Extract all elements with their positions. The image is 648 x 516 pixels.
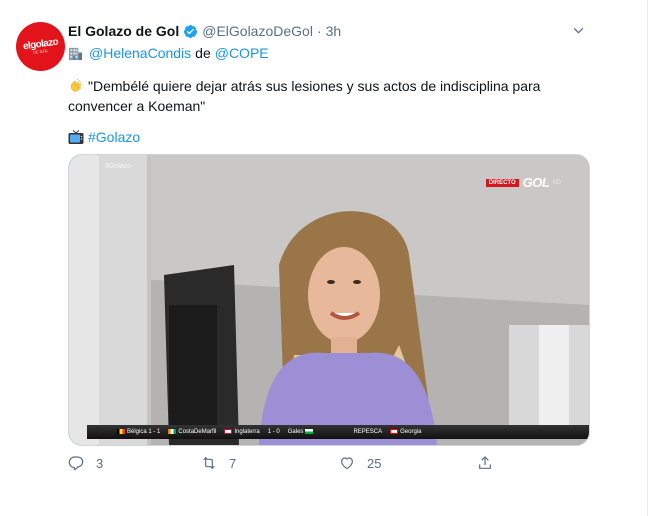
ticker-item: Gales: [288, 428, 316, 435]
tweet-header: El Golazo de Gol @ElGolazoDeGol · 3h: [68, 23, 587, 39]
ticker-item: CostaDeMarfil: [168, 428, 216, 435]
video-frame: [69, 155, 589, 445]
ticker-item: Georgia: [390, 428, 421, 435]
retweet-button[interactable]: 7: [201, 455, 236, 471]
share-button[interactable]: [477, 455, 505, 471]
avatar-logo-subtext: DE GOL: [32, 47, 49, 56]
score-ticker: Bélgica 1 - 1 CostaDeMarfil Inglaterra 1…: [87, 425, 589, 439]
mention-link-cope[interactable]: @COPE: [215, 43, 269, 63]
like-count: 25: [367, 455, 382, 471]
retweet-count: 7: [229, 455, 237, 471]
live-tag: DIRECTO: [485, 178, 519, 187]
hashtag-link[interactable]: #Golazo: [88, 127, 140, 147]
television-icon: [68, 129, 84, 144]
mention-joiner: de: [195, 45, 211, 61]
ticker-item: 1 - 0: [267, 429, 280, 435]
tweet-text: "Dembélé quiere dejar atrás sus lesiones…: [68, 76, 588, 116]
reply-count: 3: [96, 455, 104, 471]
display-name[interactable]: El Golazo de Gol: [68, 23, 179, 39]
clapping-hands-icon: [70, 78, 82, 92]
timestamp[interactable]: 3h: [326, 23, 342, 39]
tweet: elgolazo DE GOL El Golazo de Gol @ElGola…: [0, 0, 648, 516]
ticker-item: Inglaterra: [224, 428, 260, 435]
office-building-icon: [68, 47, 83, 60]
avatar[interactable]: elgolazo DE GOL: [16, 22, 65, 71]
hd-tag: HD: [552, 179, 561, 186]
separator-dot: ·: [316, 23, 322, 39]
handle[interactable]: @ElGolazoDeGol: [202, 23, 313, 39]
reply-button[interactable]: 3: [68, 455, 103, 471]
reply-icon: [68, 456, 84, 471]
video-media[interactable]: #Golazo DIRECTO GOL HD Bélgica 1 - 1 Cos…: [68, 154, 590, 446]
like-button[interactable]: 25: [339, 455, 381, 471]
ticker-item: Bélgica 1 - 1: [117, 428, 160, 435]
channel-brand: GOL: [522, 175, 550, 190]
channel-logo: DIRECTO GOL HD: [485, 175, 561, 190]
ticker-item: REPESCA: [353, 429, 383, 435]
heart-icon: [341, 457, 353, 470]
retweet-icon: [203, 456, 215, 470]
verified-badge-icon: [184, 24, 198, 38]
tweet-actions: 3 7 25: [68, 455, 508, 475]
chevron-down-icon[interactable]: [572, 24, 585, 37]
mention-link-helena[interactable]: @HelenaCondis: [89, 43, 191, 63]
hashtag-line: #Golazo: [68, 127, 140, 147]
share-icon: [479, 456, 491, 469]
video-watermark: #Golazo: [105, 163, 132, 170]
mention-line: @HelenaCondis de @COPE: [68, 43, 269, 63]
tweet-quote: "Dembélé quiere dejar atrás sus lesiones…: [68, 78, 541, 114]
